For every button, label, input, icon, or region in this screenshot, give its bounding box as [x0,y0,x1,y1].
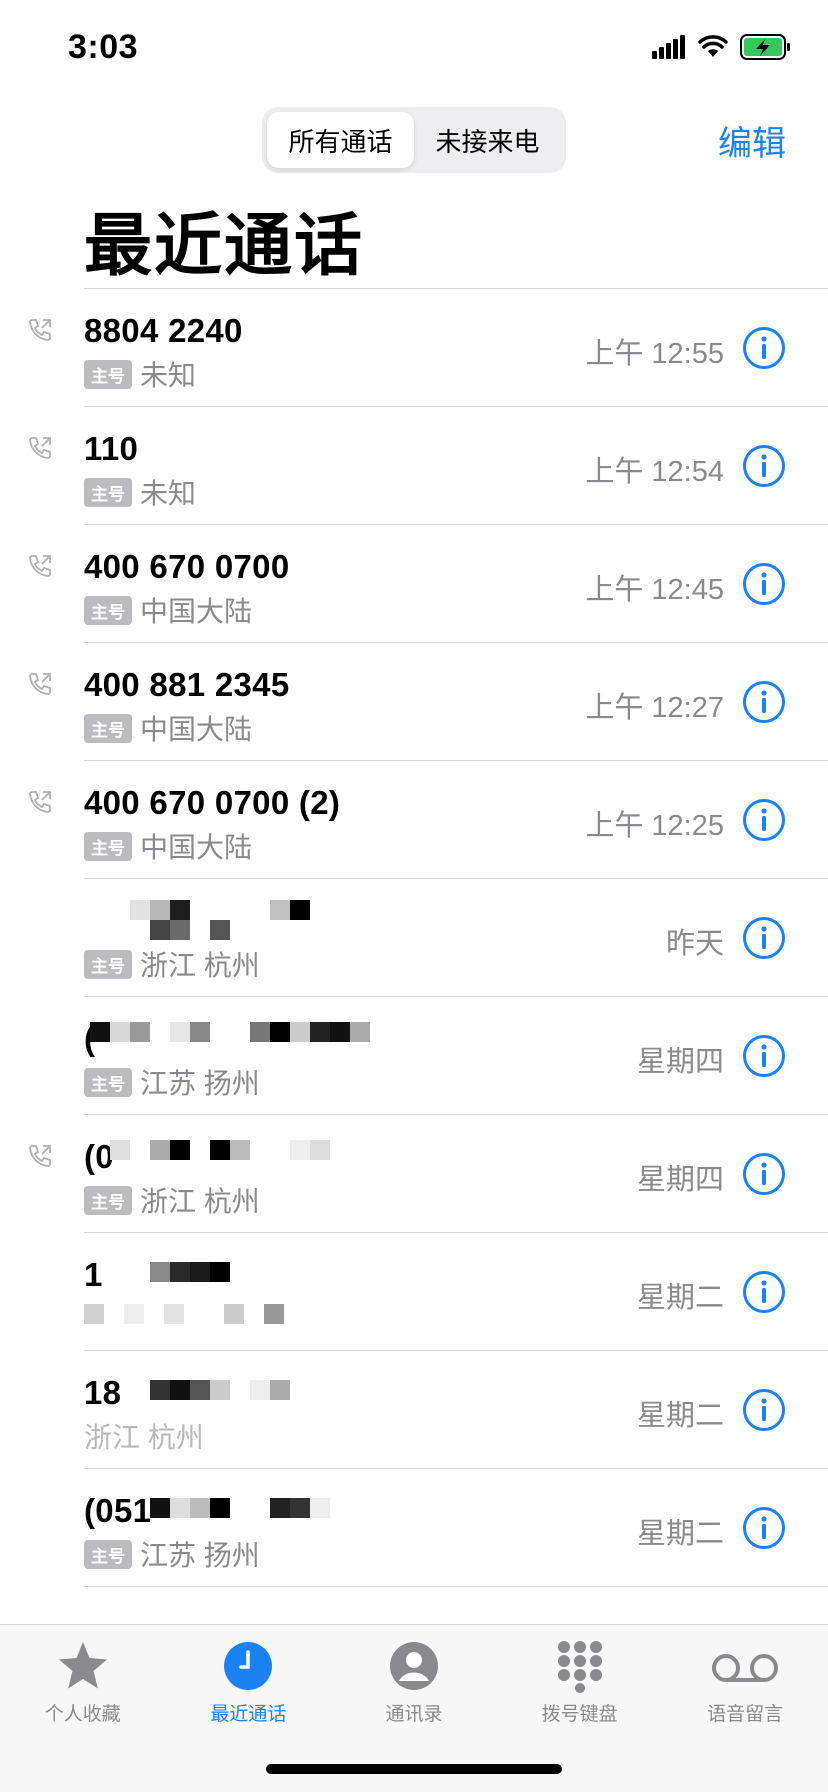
redaction-block [150,1380,290,1400]
call-location: 江苏 扬州 [140,1540,260,1571]
outgoing-call-icon [29,555,51,577]
star-icon [58,1642,107,1689]
edit-button[interactable]: 编辑 [718,116,786,165]
line-badge: 主号 [84,949,132,979]
call-time: 星期四 [636,1164,724,1196]
tab-favorites[interactable]: 个人收藏 [0,1625,166,1792]
contact-icon [389,1642,438,1690]
call-number: 18 [84,1374,122,1411]
call-time: 上午 12:55 [585,338,724,370]
call-number: 1 [84,1256,103,1293]
home-indicator[interactable] [266,1764,562,1774]
outgoing-call-icon [29,791,51,813]
call-location: 中国大陆 [140,596,253,627]
redaction-block [130,900,310,920]
call-row[interactable]: 110 主号 未知 上午 12:54 [0,406,828,524]
call-number: (051 [84,1492,152,1529]
redaction-block [84,1304,284,1324]
info-icon[interactable] [742,1152,786,1196]
wifi-icon [698,35,728,57]
keypad-icon [557,1641,602,1693]
voicemail-icon [712,1654,779,1682]
info-icon[interactable] [742,1270,786,1314]
redaction-block [150,1498,330,1518]
call-row[interactable]: 18 浙江 杭州 星期二 [0,1350,828,1468]
call-number: 400 881 2345 [84,666,290,703]
segment-missed-calls[interactable]: 未接来电 [414,112,561,168]
status-time: 3:03 [68,28,139,66]
call-location: 浙江 杭州 [84,1422,204,1453]
recent-calls-list: 8804 2240 主号 未知 上午 12:55 110 主号 未知 上午 12:5… [0,288,828,1704]
info-icon[interactable] [742,444,786,488]
call-time: 上午 12:25 [585,810,724,842]
outgoing-call-icon [29,437,51,459]
call-time: 星期四 [636,1046,724,1078]
outgoing-call-icon [29,673,51,695]
line-badge: 主号 [84,359,132,389]
info-icon[interactable] [742,798,786,842]
info-icon[interactable] [742,680,786,724]
outgoing-call-icon [29,319,51,341]
tab-label: 最近通话 [210,1704,287,1725]
info-icon[interactable] [742,1388,786,1432]
battery-charging-icon [740,34,790,60]
line-badge: 主号 [84,1539,132,1569]
info-icon[interactable] [742,1506,786,1550]
call-time: 星期二 [636,1282,724,1314]
info-icon[interactable] [742,1034,786,1078]
call-filter-segmented-control: 所有通话 未接来电 [262,107,566,173]
status-icons [652,34,792,60]
call-row[interactable]: (051 主号 江苏 扬州 星期二 [0,1468,828,1586]
call-time: 星期二 [636,1400,724,1432]
call-number: 8804 2240 [84,312,243,349]
line-badge: 主号 [84,595,132,625]
redaction-block [90,1022,370,1042]
segment-all-calls[interactable]: 所有通话 [267,112,414,168]
call-time: 昨天 [665,928,724,960]
call-location: 未知 [140,478,197,509]
tab-label: 语音留言 [707,1704,784,1725]
tab-label: 拨号键盘 [541,1704,618,1725]
call-number: 110 [84,430,139,467]
call-number: 400 670 0700 [84,548,290,585]
call-time: 上午 12:45 [585,574,724,606]
clock-icon [224,1642,273,1690]
redaction-block [150,1262,230,1282]
info-icon[interactable] [742,916,786,960]
tab-voicemail[interactable]: 语音留言 [662,1625,828,1792]
info-icon[interactable] [742,562,786,606]
line-badge: 主号 [84,1067,132,1097]
tab-label: 个人收藏 [44,1704,121,1725]
info-icon[interactable] [742,326,786,370]
call-time: 上午 12:54 [585,456,724,488]
line-badge: 主号 [84,831,132,861]
call-number: 400 670 0700 (2) [84,784,341,821]
call-location: 中国大陆 [140,832,253,863]
call-row[interactable]: (0 主号 浙江 杭州 星期四 [0,1114,828,1232]
call-row[interactable]: 400 670 0700 主号 中国大陆 上午 12:45 [0,524,828,642]
call-row[interactable]: 1 星期二 [0,1232,828,1350]
call-row[interactable]: ( 主号江苏 扬州 星期四 [0,996,828,1114]
call-time: 上午 12:27 [585,692,724,724]
call-location: 未知 [140,360,197,391]
status-bar: 3:03 [0,0,828,100]
tab-label: 通讯录 [385,1704,443,1725]
call-row[interactable]: 8804 2240 主号 未知 上午 12:55 [0,288,828,406]
call-location: 浙江 杭州 [140,1186,260,1217]
call-time: 星期二 [636,1518,724,1550]
page-title: 最近通话 [84,208,365,284]
line-badge: 主号 [84,1185,132,1215]
outgoing-call-icon [29,1145,51,1167]
line-badge: 主号 [84,713,132,743]
call-location: 中国大陆 [140,714,253,745]
redaction-block [110,1140,330,1160]
call-location: 浙江 杭州 [140,950,260,981]
call-row[interactable]: 400 881 2345 主号 中国大陆 上午 12:27 [0,642,828,760]
redaction-block [150,920,230,940]
line-badge: 主号 [84,477,132,507]
call-location: 江苏 扬州 [140,1068,260,1099]
call-row[interactable]: 400 670 0700 (2) 主号 中国大陆 上午 12:25 [0,760,828,878]
call-row[interactable]: 主号 浙江 杭州 昨天 [0,878,828,996]
cellular-signal-icon [652,35,685,59]
